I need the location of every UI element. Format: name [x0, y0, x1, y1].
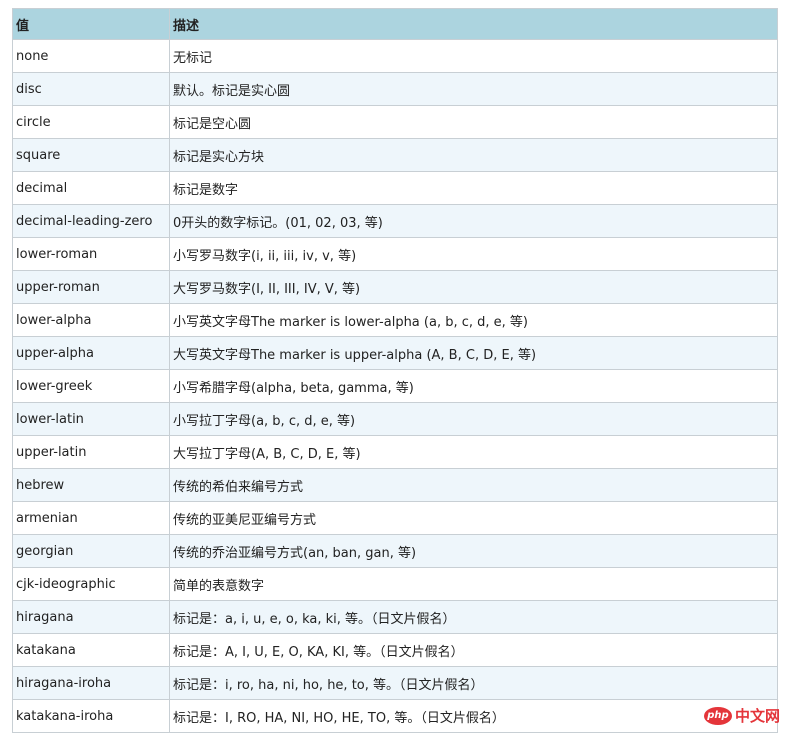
cell-description: 0开头的数字标记。(01, 02, 03, 等): [169, 204, 778, 238]
table-row: katakana 标记是：A, I, U, E, O, KA, KI, 等。（日文…: [12, 633, 778, 667]
cell-value: lower-latin: [12, 402, 170, 436]
cell-value: armenian: [12, 501, 170, 535]
cell-description: 小写罗马数字(i, ii, iii, iv, v, 等): [169, 237, 778, 271]
table-row: katakana-iroha 标记是：I, RO, HA, NI, HO, HE,…: [12, 699, 778, 733]
cell-value: lower-roman: [12, 237, 170, 271]
cell-description: 标记是：a, i, u, e, o, ka, ki, 等。（日文片假名）: [169, 600, 778, 634]
cell-value: katakana-iroha: [12, 699, 170, 733]
table-row: square 标记是实心方块: [12, 138, 778, 172]
cell-description: 默认。标记是实心圆: [169, 72, 778, 106]
table-row: hiragana 标记是：a, i, u, e, o, ka, ki, 等。（日文…: [12, 600, 778, 634]
table-row: circle 标记是空心圆: [12, 105, 778, 139]
cell-value: none: [12, 39, 170, 73]
cell-value: decimal: [12, 171, 170, 205]
cell-description: 标记是数字: [169, 171, 778, 205]
table-row: armenian 传统的亚美尼亚编号方式: [12, 501, 778, 535]
cell-description: 大写罗马数字(I, II, III, IV, V, 等): [169, 270, 778, 304]
table-row: hiragana-iroha 标记是：i, ro, ha, ni, ho, he,…: [12, 666, 778, 700]
cell-description: 小写希腊字母(alpha, beta, gamma, 等): [169, 369, 778, 403]
table-row: upper-alpha 大写英文字母The marker is upper-alp…: [12, 336, 778, 370]
table-row: lower-roman 小写罗马数字(i, ii, iii, iv, v, 等): [12, 237, 778, 271]
table-row: lower-greek 小写希腊字母(alpha, beta, gamma, 等): [12, 369, 778, 403]
table-row: upper-roman 大写罗马数字(I, II, III, IV, V, 等): [12, 270, 778, 304]
cell-value: hiragana-iroha: [12, 666, 170, 700]
table-row: decimal 标记是数字: [12, 171, 778, 205]
cell-description: 标记是空心圆: [169, 105, 778, 139]
cell-value: lower-greek: [12, 369, 170, 403]
cell-description: 无标记: [169, 39, 778, 73]
cell-value: decimal-leading-zero: [12, 204, 170, 238]
list-style-type-table: 值 描述 none 无标记 disc 默认。标记是实心圆 circle 标记是空心圆 …: [12, 8, 778, 733]
cell-description: 传统的希伯来编号方式: [169, 468, 778, 502]
cell-description: 传统的乔治亚编号方式(an, ban, gan, 等): [169, 534, 778, 568]
table-row: upper-latin 大写拉丁字母(A, B, C, D, E, 等): [12, 435, 778, 469]
table-row: lower-latin 小写拉丁字母(a, b, c, d, e, 等): [12, 402, 778, 436]
cell-description: 小写拉丁字母(a, b, c, d, e, 等): [169, 402, 778, 436]
site-watermark: php 中文网: [703, 705, 780, 726]
cell-value: hiragana: [12, 600, 170, 634]
table-header-row: 值 描述: [12, 8, 778, 40]
table-row: none 无标记: [12, 39, 778, 73]
cell-description: 标记是：A, I, U, E, O, KA, KI, 等。（日文片假名）: [169, 633, 778, 667]
cell-description: 大写拉丁字母(A, B, C, D, E, 等): [169, 435, 778, 469]
cell-value: upper-roman: [12, 270, 170, 304]
column-header-description: 描述: [169, 8, 778, 40]
table-row: cjk-ideographic 简单的表意数字: [12, 567, 778, 601]
cell-value: disc: [12, 72, 170, 106]
cell-description: 标记是：i, ro, ha, ni, ho, he, to, 等。（日文片假名）: [169, 666, 778, 700]
cell-description: 简单的表意数字: [169, 567, 778, 601]
table-row: georgian 传统的乔治亚编号方式(an, ban, gan, 等): [12, 534, 778, 568]
cell-value: georgian: [12, 534, 170, 568]
cell-value: hebrew: [12, 468, 170, 502]
cell-description: 小写英文字母The marker is lower-alpha (a, b, c…: [169, 303, 778, 337]
table-row: disc 默认。标记是实心圆: [12, 72, 778, 106]
table-row: decimal-leading-zero 0开头的数字标记。(01, 02, 03…: [12, 204, 778, 238]
table-row: hebrew 传统的希伯来编号方式: [12, 468, 778, 502]
cell-description: 标记是：I, RO, HA, NI, HO, HE, TO, 等。（日文片假名）: [169, 699, 778, 733]
column-header-value: 值: [12, 8, 170, 40]
cell-value: katakana: [12, 633, 170, 667]
table-row: lower-alpha 小写英文字母The marker is lower-alp…: [12, 303, 778, 337]
cell-value: upper-alpha: [12, 336, 170, 370]
cell-value: upper-latin: [12, 435, 170, 469]
cell-value: circle: [12, 105, 170, 139]
watermark-text: 中文网: [734, 707, 780, 725]
cell-description: 传统的亚美尼亚编号方式: [169, 501, 778, 535]
cell-value: lower-alpha: [12, 303, 170, 337]
cell-value: cjk-ideographic: [12, 567, 170, 601]
php-logo-icon: php: [703, 706, 732, 725]
cell-description: 大写英文字母The marker is upper-alpha (A, B, C…: [169, 336, 778, 370]
cell-description: 标记是实心方块: [169, 138, 778, 172]
cell-value: square: [12, 138, 170, 172]
